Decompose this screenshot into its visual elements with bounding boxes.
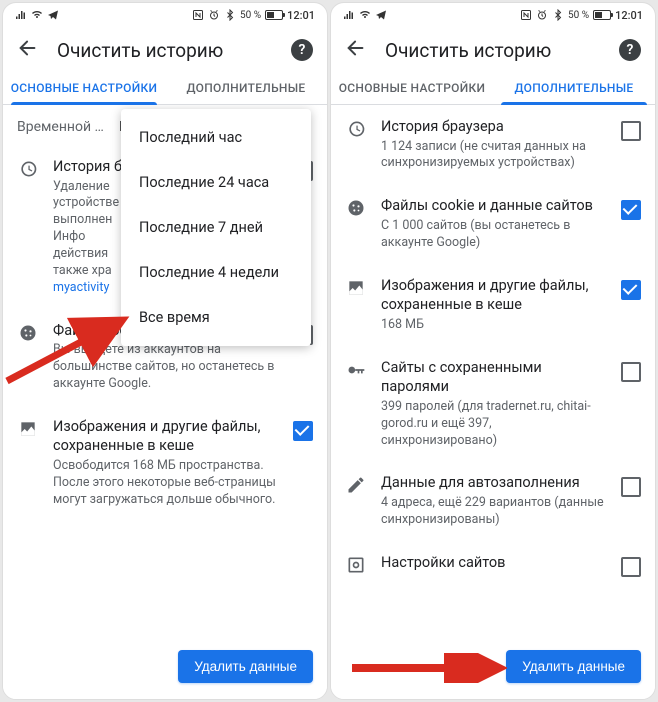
list-item[interactable]: История браузера 1 124 записи (не считая… xyxy=(331,105,655,184)
item-title: Файлы cookie и данные сайтов xyxy=(381,196,607,216)
checkbox[interactable] xyxy=(621,280,641,300)
checkbox[interactable] xyxy=(621,362,641,382)
settings-icon xyxy=(345,553,367,575)
image-icon xyxy=(345,276,367,298)
checkbox[interactable] xyxy=(621,477,641,497)
clock-text: 12:01 xyxy=(615,9,643,22)
signal-icon xyxy=(343,9,355,21)
cookie-icon xyxy=(345,196,367,218)
checkbox[interactable] xyxy=(621,121,641,141)
page-title: Очистить историю xyxy=(57,39,273,62)
history-icon xyxy=(345,117,367,139)
wifi-icon xyxy=(359,9,371,21)
list-item[interactable]: Сайты с сохраненными паролями 399 пароле… xyxy=(331,346,655,462)
battery-percent: 50 % xyxy=(240,10,261,21)
checkbox[interactable] xyxy=(621,200,641,220)
battery-percent: 50 % xyxy=(568,10,589,21)
clock-text: 12:01 xyxy=(287,9,315,22)
time-range-label: Временной д… xyxy=(17,119,109,135)
alarm-icon xyxy=(536,9,548,21)
annotation-arrow-icon xyxy=(347,653,507,683)
app-bar: Очистить историю ? xyxy=(331,27,655,71)
nfc-icon xyxy=(192,9,204,21)
help-button[interactable]: ? xyxy=(619,39,641,61)
bluetooth-icon xyxy=(552,9,564,21)
item-subtitle: С 1 000 сайтов (вы останетесь в аккаунте… xyxy=(381,218,607,252)
annotation-arrow-icon xyxy=(3,311,137,391)
tab-basic[interactable]: ОСНОВНЫЕ НАСТРОЙКИ xyxy=(3,71,165,104)
history-icon xyxy=(17,157,39,179)
key-icon xyxy=(345,358,367,380)
page-title: Очистить историю xyxy=(385,39,601,62)
item-title: Изображения и другие файлы, сохраненные … xyxy=(53,417,279,456)
back-button[interactable] xyxy=(17,37,39,63)
pencil-icon xyxy=(345,473,367,495)
list-item[interactable]: Данные для автозаполнения 4 адреса, ещё … xyxy=(331,461,655,540)
item-title: История браузера xyxy=(381,117,607,137)
item-subtitle: 1 124 записи (не считая данных на синхро… xyxy=(381,139,607,173)
tab-advanced[interactable]: ДОПОЛНИТЕЛЬНЫЕ xyxy=(165,71,327,104)
time-range-menu: Последний час Последние 24 часа Последни… xyxy=(121,109,311,346)
image-icon xyxy=(17,417,39,439)
item-title: Настройки сайтов xyxy=(381,553,607,573)
phone-right: 50 % 12:01 Очистить историю ? ОСНОВНЫЕ Н… xyxy=(330,2,656,700)
menu-item[interactable]: Все время xyxy=(121,295,311,340)
app-bar: Очистить историю ? xyxy=(3,27,327,71)
item-title: Данные для автозаполнения xyxy=(381,473,607,493)
telegram-icon xyxy=(47,9,59,21)
bluetooth-icon xyxy=(224,9,236,21)
item-title: Изображения и другие файлы, сохраненные … xyxy=(381,276,607,315)
clear-data-button[interactable]: Удалить данные xyxy=(506,650,641,683)
list-item[interactable]: Файлы cookie и данные сайтов С 1 000 сай… xyxy=(331,184,655,263)
alarm-icon xyxy=(208,9,220,21)
menu-item[interactable]: Последние 7 дней xyxy=(121,205,311,250)
list-item[interactable]: Настройки сайтов xyxy=(331,541,655,589)
menu-item[interactable]: Последний час xyxy=(121,115,311,160)
list-item[interactable]: Изображения и другие файлы, сохраненные … xyxy=(3,405,327,521)
menu-item[interactable]: Последние 4 недели xyxy=(121,250,311,295)
back-button[interactable] xyxy=(345,37,367,63)
list-item[interactable]: Изображения и другие файлы, сохраненные … xyxy=(331,264,655,346)
wifi-icon xyxy=(31,9,43,21)
item-title: Сайты с сохраненными паролями xyxy=(381,358,607,397)
checkbox[interactable] xyxy=(293,421,313,441)
item-subtitle: 168 МБ xyxy=(381,317,607,334)
content-advanced: История браузера 1 124 записи (не считая… xyxy=(331,105,655,699)
item-subtitle: 4 адреса, ещё 229 вариантов (данные синх… xyxy=(381,495,607,529)
footer: Удалить данные xyxy=(3,640,327,699)
item-subtitle: 399 паролей (для tradernet.ru, chitai-go… xyxy=(381,399,607,450)
tabs: ОСНОВНЫЕ НАСТРОЙКИ ДОПОЛНИТЕЛЬНЫЕ xyxy=(331,71,655,105)
menu-item[interactable]: Последние 24 часа xyxy=(121,160,311,205)
tab-basic[interactable]: ОСНОВНЫЕ НАСТРОЙКИ xyxy=(331,71,493,104)
status-bar: 50 % 12:01 xyxy=(331,3,655,27)
checkbox[interactable] xyxy=(621,557,641,577)
signal-icon xyxy=(15,9,27,21)
battery-icon xyxy=(593,10,611,20)
telegram-icon xyxy=(375,9,387,21)
clear-data-button[interactable]: Удалить данные xyxy=(178,650,313,683)
battery-icon xyxy=(265,10,283,20)
phone-left: 50 % 12:01 Очистить историю ? ОСНОВНЫЕ Н… xyxy=(2,2,328,700)
status-bar: 50 % 12:01 xyxy=(3,3,327,27)
tabs: ОСНОВНЫЕ НАСТРОЙКИ ДОПОЛНИТЕЛЬНЫЕ xyxy=(3,71,327,105)
help-button[interactable]: ? xyxy=(291,39,313,61)
content-basic: Временной д… Последний час История брауз… xyxy=(3,105,327,699)
tab-advanced[interactable]: ДОПОЛНИТЕЛЬНЫЕ xyxy=(493,71,655,104)
nfc-icon xyxy=(520,9,532,21)
item-subtitle: Освободится 168 МБ пространства. После э… xyxy=(53,458,279,509)
